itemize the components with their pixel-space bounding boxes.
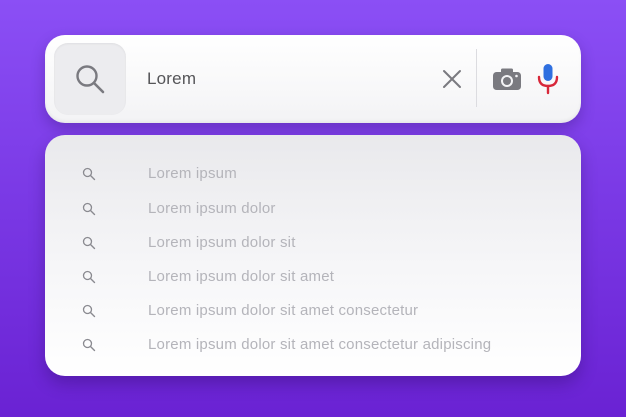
search-icon	[76, 65, 105, 94]
suggestion-item[interactable]: Lorem ipsum	[45, 159, 581, 189]
search-icon	[82, 270, 96, 284]
suggestion-label: Lorem ipsum dolor sit amet consectetur	[148, 302, 419, 319]
suggestion-item[interactable]: Lorem ipsum dolor sit amet	[45, 262, 581, 292]
camera-icon	[493, 68, 521, 90]
search-icon	[82, 338, 96, 352]
search-icon	[82, 236, 96, 250]
suggestion-label: Lorem ipsum dolor sit	[148, 234, 296, 251]
suggestion-item[interactable]: Lorem ipsum dolor sit	[45, 228, 581, 258]
suggestion-label: Lorem ipsum dolor	[148, 200, 276, 217]
suggestion-item[interactable]: Lorem ipsum dolor sit amet consectetur	[45, 296, 581, 326]
image-search-button[interactable]	[491, 65, 523, 93]
suggestion-label: Lorem ipsum	[148, 165, 237, 182]
clear-button[interactable]	[439, 66, 465, 92]
search-bar: Lorem	[45, 35, 581, 123]
search-icon	[82, 202, 96, 216]
search-icon	[82, 304, 96, 318]
search-input[interactable]: Lorem	[147, 69, 196, 89]
voice-search-button[interactable]	[535, 62, 561, 96]
suggestion-item[interactable]: Lorem ipsum dolor sit amet consectetur a…	[45, 330, 581, 360]
toolbar-divider	[476, 49, 477, 107]
suggestions-panel: Lorem ipsum Lorem ipsum dolor Lorem ipsu…	[45, 135, 581, 376]
close-icon	[443, 70, 461, 88]
suggestion-label: Lorem ipsum dolor sit amet consectetur a…	[148, 336, 492, 353]
microphone-icon	[537, 64, 559, 95]
search-icon	[82, 167, 96, 181]
suggestion-item[interactable]: Lorem ipsum dolor	[45, 194, 581, 224]
search-button[interactable]	[54, 43, 126, 115]
suggestion-label: Lorem ipsum dolor sit amet	[148, 268, 335, 285]
